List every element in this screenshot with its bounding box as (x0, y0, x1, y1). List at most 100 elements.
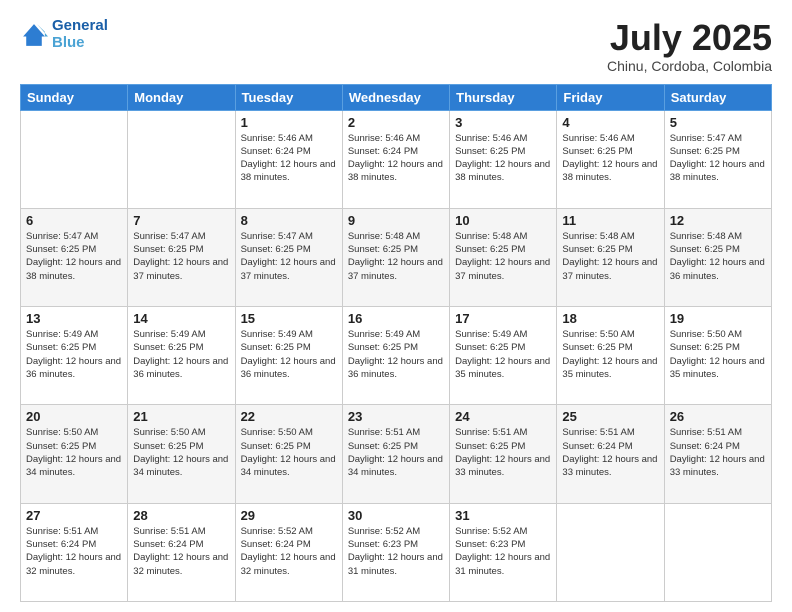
day-number: 2 (348, 115, 444, 130)
day-number: 9 (348, 213, 444, 228)
day-cell: 5 Sunrise: 5:47 AM Sunset: 6:25 PM Daylig… (664, 110, 771, 208)
page: General Blue July 2025 Chinu, Cordoba, C… (0, 0, 792, 612)
day-info: Sunrise: 5:51 AM Sunset: 6:24 PM Dayligh… (133, 525, 229, 578)
day-cell: 3 Sunrise: 5:46 AM Sunset: 6:25 PM Daylig… (450, 110, 557, 208)
day-number: 15 (241, 311, 337, 326)
day-number: 14 (133, 311, 229, 326)
day-cell: 10 Sunrise: 5:48 AM Sunset: 6:25 PM Dayli… (450, 208, 557, 306)
day-number: 29 (241, 508, 337, 523)
day-cell: 17 Sunrise: 5:49 AM Sunset: 6:25 PM Dayli… (450, 307, 557, 405)
day-number: 16 (348, 311, 444, 326)
day-cell: 25 Sunrise: 5:51 AM Sunset: 6:24 PM Dayli… (557, 405, 664, 503)
day-number: 25 (562, 409, 658, 424)
day-info: Sunrise: 5:46 AM Sunset: 6:25 PM Dayligh… (455, 132, 551, 185)
logo-icon (20, 21, 48, 49)
day-header-saturday: Saturday (664, 84, 771, 110)
day-number: 21 (133, 409, 229, 424)
day-cell: 18 Sunrise: 5:50 AM Sunset: 6:25 PM Dayli… (557, 307, 664, 405)
day-info: Sunrise: 5:51 AM Sunset: 6:25 PM Dayligh… (348, 426, 444, 479)
day-cell: 8Sunrise: 5:47 AM Sunset: 6:25 PM Daylig… (235, 208, 342, 306)
logo-text: General Blue (52, 18, 108, 51)
day-header-thursday: Thursday (450, 84, 557, 110)
day-cell: 11Sunrise: 5:48 AM Sunset: 6:25 PM Dayli… (557, 208, 664, 306)
day-cell: 30 Sunrise: 5:52 AM Sunset: 6:23 PM Dayli… (342, 503, 449, 601)
day-number: 31 (455, 508, 551, 523)
day-cell: 24 Sunrise: 5:51 AM Sunset: 6:25 PM Dayli… (450, 405, 557, 503)
week-row-5: 27 Sunrise: 5:51 AM Sunset: 6:24 PM Dayli… (21, 503, 772, 601)
day-info: Sunrise: 5:48 AM Sunset: 6:25 PM Dayligh… (455, 230, 551, 283)
day-cell: 15 Sunrise: 5:49 AM Sunset: 6:25 PM Dayli… (235, 307, 342, 405)
day-header-monday: Monday (128, 84, 235, 110)
day-info: Sunrise: 5:51 AM Sunset: 6:25 PM Dayligh… (455, 426, 551, 479)
day-info: Sunrise: 5:47 AM Sunset: 6:25 PM Dayligh… (26, 230, 122, 283)
day-info: Sunrise: 5:52 AM Sunset: 6:23 PM Dayligh… (455, 525, 551, 578)
day-number: 18 (562, 311, 658, 326)
day-cell: 21 Sunrise: 5:50 AM Sunset: 6:25 PM Dayli… (128, 405, 235, 503)
day-cell: 13Sunrise: 5:49 AM Sunset: 6:25 PM Dayli… (21, 307, 128, 405)
day-info: Sunrise: 5:51 AM Sunset: 6:24 PM Dayligh… (26, 525, 122, 578)
day-cell: 9 Sunrise: 5:48 AM Sunset: 6:25 PM Daylig… (342, 208, 449, 306)
day-number: 17 (455, 311, 551, 326)
day-info: Sunrise: 5:51 AM Sunset: 6:24 PM Dayligh… (562, 426, 658, 479)
day-number: 27 (26, 508, 122, 523)
day-cell: 16 Sunrise: 5:49 AM Sunset: 6:25 PM Dayli… (342, 307, 449, 405)
day-info: Sunrise: 5:47 AM Sunset: 6:25 PM Dayligh… (241, 230, 337, 283)
day-number: 5 (670, 115, 766, 130)
day-cell (664, 503, 771, 601)
day-number: 28 (133, 508, 229, 523)
day-number: 26 (670, 409, 766, 424)
day-number: 13 (26, 311, 122, 326)
week-row-1: 1Sunrise: 5:46 AM Sunset: 6:24 PM Daylig… (21, 110, 772, 208)
day-number: 4 (562, 115, 658, 130)
day-cell: 31 Sunrise: 5:52 AM Sunset: 6:23 PM Dayli… (450, 503, 557, 601)
day-cell: 27 Sunrise: 5:51 AM Sunset: 6:24 PM Dayli… (21, 503, 128, 601)
day-cell: 19Sunrise: 5:50 AM Sunset: 6:25 PM Dayli… (664, 307, 771, 405)
day-info: Sunrise: 5:52 AM Sunset: 6:23 PM Dayligh… (348, 525, 444, 578)
day-info: Sunrise: 5:49 AM Sunset: 6:25 PM Dayligh… (133, 328, 229, 381)
day-header-friday: Friday (557, 84, 664, 110)
day-info: Sunrise: 5:49 AM Sunset: 6:25 PM Dayligh… (241, 328, 337, 381)
day-cell: 14 Sunrise: 5:49 AM Sunset: 6:25 PM Dayli… (128, 307, 235, 405)
day-number: 30 (348, 508, 444, 523)
logo-general: General (52, 17, 108, 34)
day-info: Sunrise: 5:46 AM Sunset: 6:25 PM Dayligh… (562, 132, 658, 185)
day-cell (21, 110, 128, 208)
day-info: Sunrise: 5:49 AM Sunset: 6:25 PM Dayligh… (455, 328, 551, 381)
day-cell: 29Sunrise: 5:52 AM Sunset: 6:24 PM Dayli… (235, 503, 342, 601)
calendar-table: SundayMondayTuesdayWednesdayThursdayFrid… (20, 84, 772, 602)
day-number: 3 (455, 115, 551, 130)
header: General Blue July 2025 Chinu, Cordoba, C… (20, 18, 772, 74)
day-number: 7 (133, 213, 229, 228)
day-info: Sunrise: 5:48 AM Sunset: 6:25 PM Dayligh… (348, 230, 444, 283)
day-cell: 4 Sunrise: 5:46 AM Sunset: 6:25 PM Daylig… (557, 110, 664, 208)
day-info: Sunrise: 5:48 AM Sunset: 6:25 PM Dayligh… (670, 230, 766, 283)
day-number: 24 (455, 409, 551, 424)
week-row-4: 20 Sunrise: 5:50 AM Sunset: 6:25 PM Dayli… (21, 405, 772, 503)
day-info: Sunrise: 5:49 AM Sunset: 6:25 PM Dayligh… (348, 328, 444, 381)
day-cell: 6 Sunrise: 5:47 AM Sunset: 6:25 PM Daylig… (21, 208, 128, 306)
day-number: 12 (670, 213, 766, 228)
day-number: 10 (455, 213, 551, 228)
day-info: Sunrise: 5:47 AM Sunset: 6:25 PM Dayligh… (670, 132, 766, 185)
day-info: Sunrise: 5:47 AM Sunset: 6:25 PM Dayligh… (133, 230, 229, 283)
day-number: 20 (26, 409, 122, 424)
day-info: Sunrise: 5:50 AM Sunset: 6:25 PM Dayligh… (562, 328, 658, 381)
day-info: Sunrise: 5:50 AM Sunset: 6:25 PM Dayligh… (670, 328, 766, 381)
day-cell (128, 110, 235, 208)
day-cell: 22Sunrise: 5:50 AM Sunset: 6:25 PM Dayli… (235, 405, 342, 503)
title-block: July 2025 Chinu, Cordoba, Colombia (607, 18, 772, 74)
day-info: Sunrise: 5:50 AM Sunset: 6:25 PM Dayligh… (133, 426, 229, 479)
calendar-header-row: SundayMondayTuesdayWednesdayThursdayFrid… (21, 84, 772, 110)
day-number: 6 (26, 213, 122, 228)
week-row-2: 6 Sunrise: 5:47 AM Sunset: 6:25 PM Daylig… (21, 208, 772, 306)
day-cell: 26Sunrise: 5:51 AM Sunset: 6:24 PM Dayli… (664, 405, 771, 503)
logo: General Blue (20, 18, 108, 51)
day-info: Sunrise: 5:50 AM Sunset: 6:25 PM Dayligh… (241, 426, 337, 479)
logo-blue: Blue (52, 34, 85, 51)
day-cell: 20 Sunrise: 5:50 AM Sunset: 6:25 PM Dayli… (21, 405, 128, 503)
day-header-wednesday: Wednesday (342, 84, 449, 110)
day-number: 11 (562, 213, 658, 228)
day-info: Sunrise: 5:50 AM Sunset: 6:25 PM Dayligh… (26, 426, 122, 479)
day-cell: 1Sunrise: 5:46 AM Sunset: 6:24 PM Daylig… (235, 110, 342, 208)
day-cell: 28 Sunrise: 5:51 AM Sunset: 6:24 PM Dayli… (128, 503, 235, 601)
